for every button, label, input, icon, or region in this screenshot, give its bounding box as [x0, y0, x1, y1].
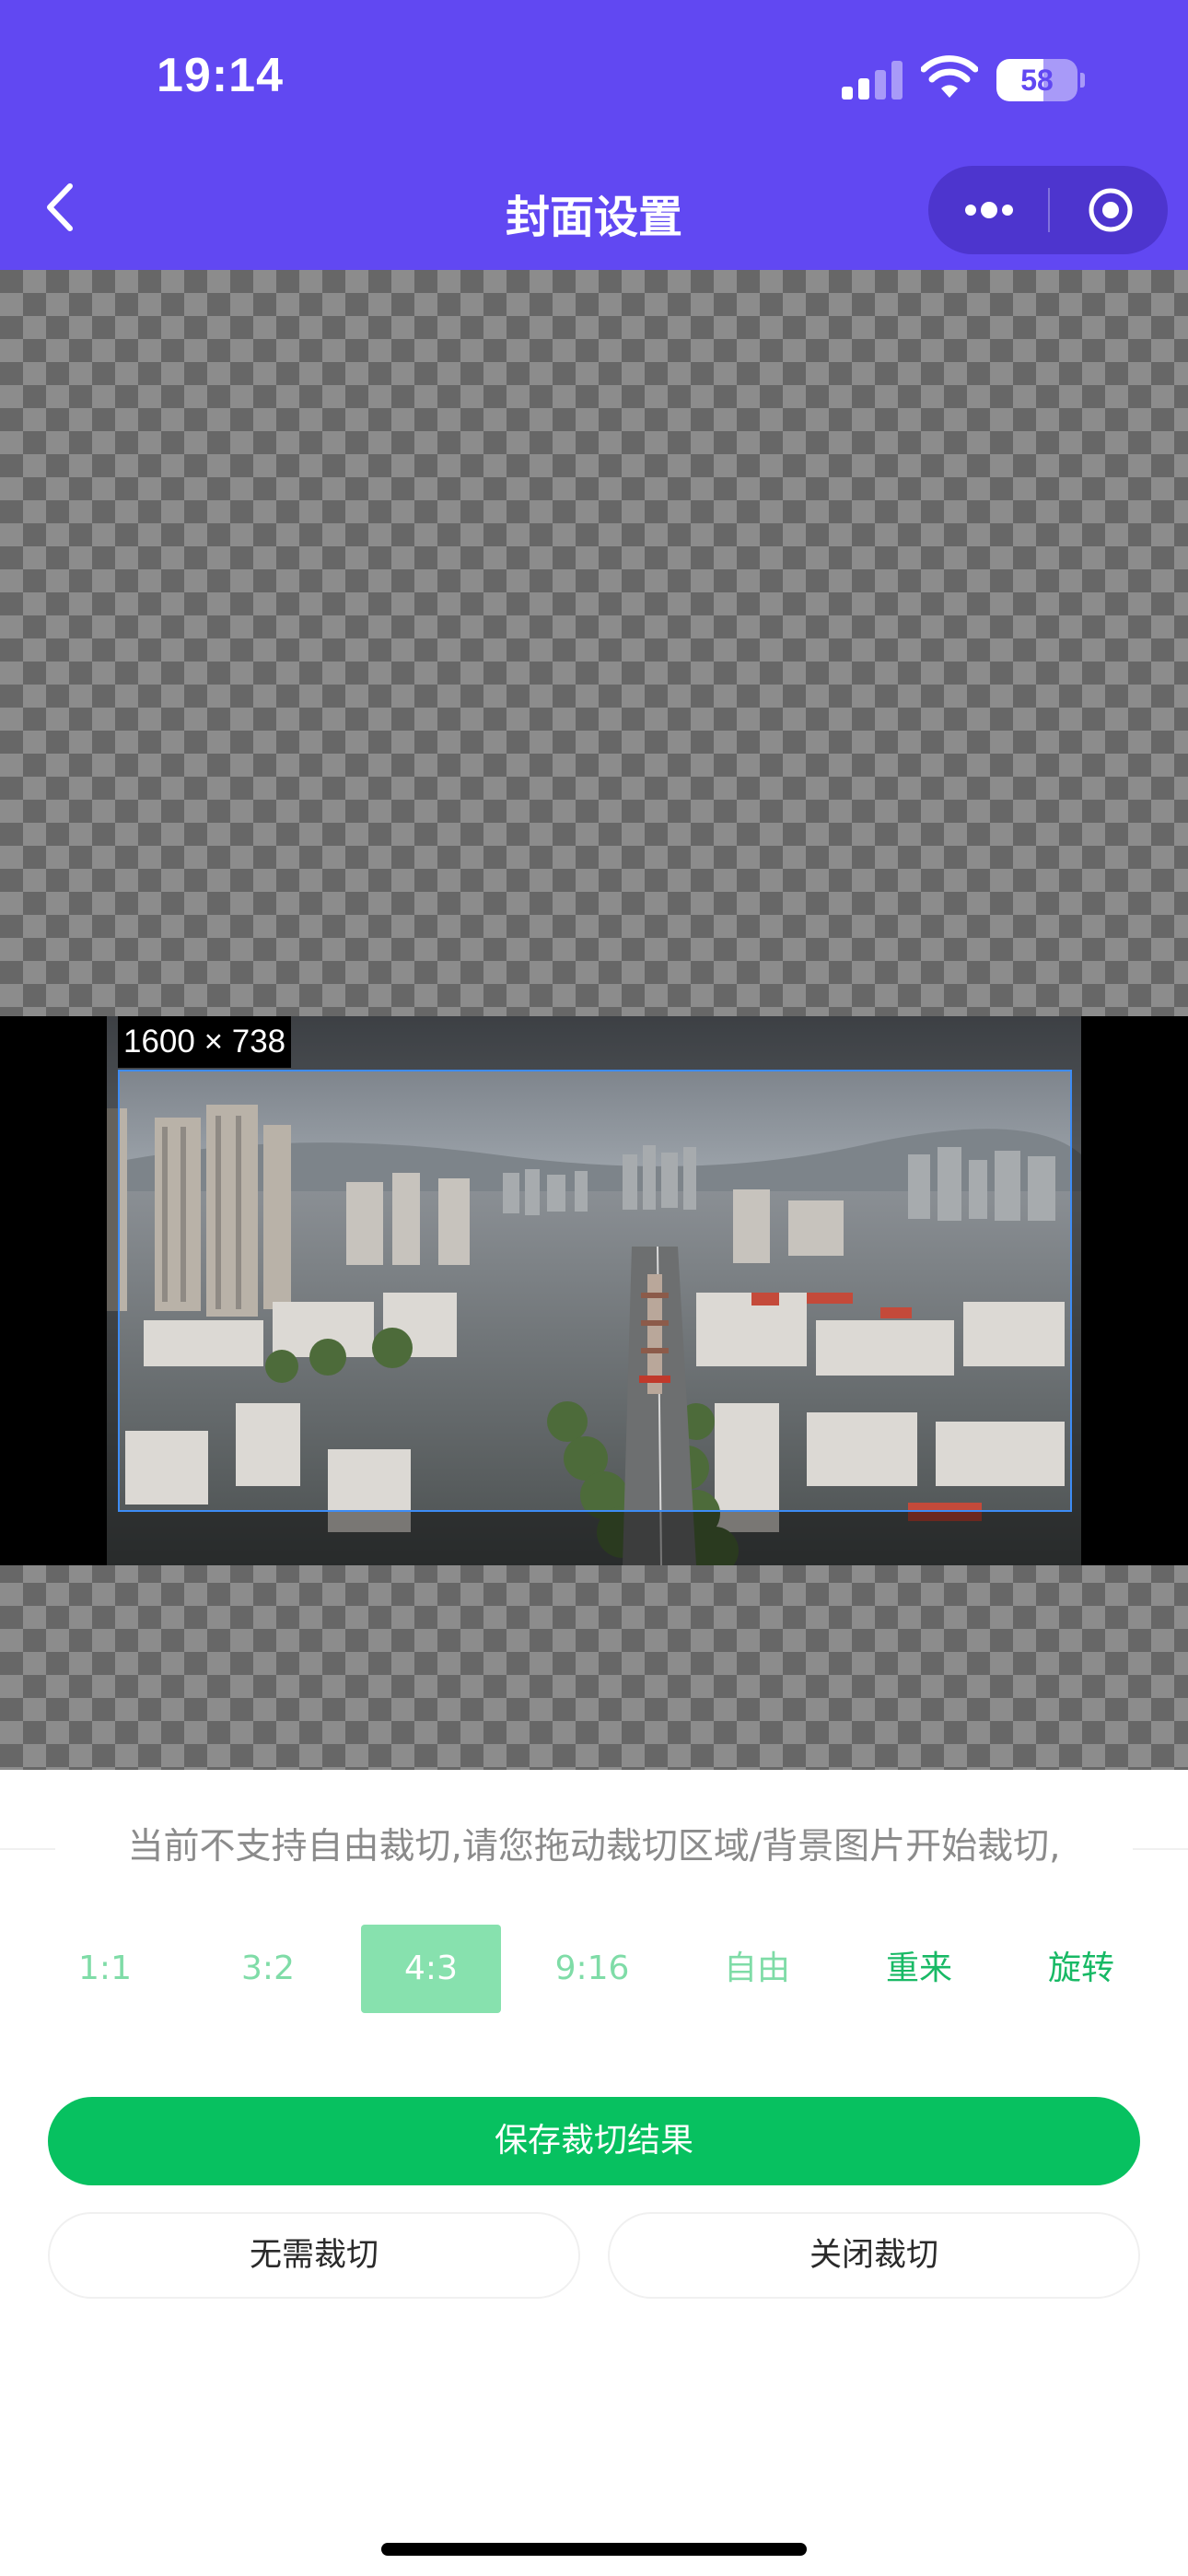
hint-divider-right — [1133, 1848, 1188, 1850]
rotate-button[interactable]: 旋转 — [1011, 1925, 1151, 2013]
battery-level: 58 — [1020, 64, 1054, 97]
wifi-icon — [921, 55, 978, 98]
ratio-1-1[interactable]: 1:1 — [35, 1925, 175, 2013]
nav-header: 19:14 58 封面设置 — [0, 0, 1188, 270]
close-crop-button[interactable]: 关闭裁切 — [608, 2212, 1140, 2299]
reset-button[interactable]: 重来 — [849, 1925, 989, 2013]
aspect-ratio-row: 1:1 3:2 4:3 9:16 自由 重来 旋转 — [0, 1925, 1188, 2013]
target-icon[interactable] — [1087, 186, 1135, 234]
crop-size-label: 1600 × 738 — [118, 1016, 292, 1068]
save-crop-button[interactable]: 保存裁切结果 — [48, 2097, 1140, 2185]
crop-hint-text: 当前不支持自由裁切,请您拖动裁切区域/背景图片开始裁切, — [55, 1818, 1133, 1869]
ratio-free[interactable]: 自由 — [687, 1925, 827, 2013]
battery-icon: 58 — [996, 59, 1085, 101]
ratio-4-3[interactable]: 4:3 — [361, 1925, 501, 2013]
status-time: 19:14 — [157, 49, 284, 102]
miniprogram-capsule — [928, 166, 1168, 254]
ratio-3-2[interactable]: 3:2 — [198, 1925, 338, 2013]
more-dots-icon[interactable] — [960, 184, 1019, 236]
crop-controls-panel: 当前不支持自由裁切,请您拖动裁切区域/背景图片开始裁切, 1:1 3:2 4:3… — [0, 1770, 1188, 2576]
home-indicator — [381, 2543, 807, 2556]
no-crop-button[interactable]: 无需裁切 — [48, 2212, 580, 2299]
cellular-signal-icon — [842, 61, 903, 100]
ratio-9-16[interactable]: 9:16 — [522, 1925, 662, 2013]
crop-stage[interactable]: 1600 × 738 — [0, 270, 1188, 1770]
hint-divider-left — [0, 1848, 55, 1850]
capsule-divider — [1048, 188, 1050, 232]
crop-frame[interactable] — [118, 1070, 1072, 1512]
